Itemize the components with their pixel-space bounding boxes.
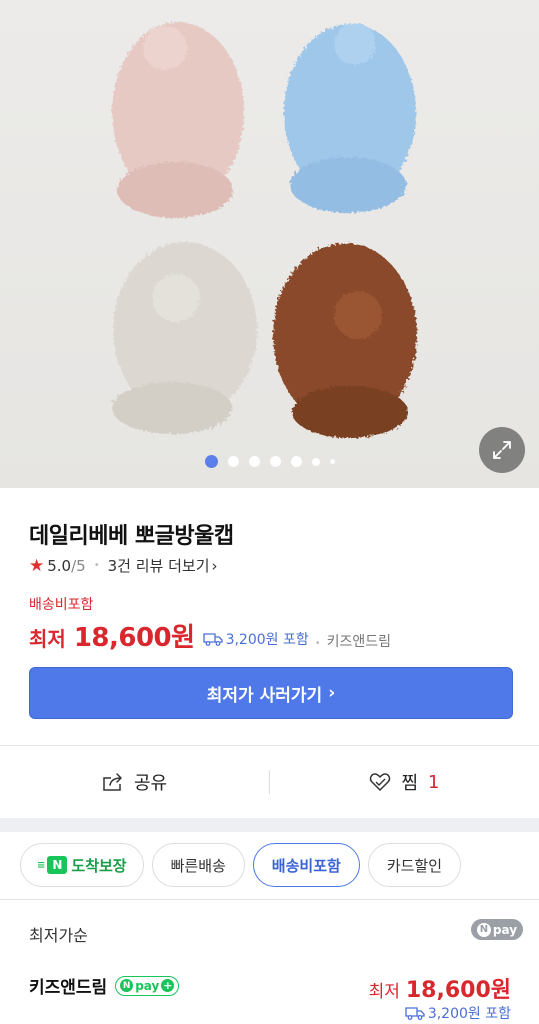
plus-icon: +: [161, 979, 175, 992]
share-button[interactable]: 공유: [0, 769, 269, 795]
naver-n-icon: N: [476, 922, 491, 937]
zzim-label: 찜: [401, 773, 419, 794]
rating-row: ★ 5.0 /5 • 3건 리뷰 더보기 ›: [29, 555, 218, 576]
carousel-dot[interactable]: [227, 456, 239, 467]
carousel-dot[interactable]: [329, 459, 335, 464]
chevron-right-icon: ›: [211, 557, 218, 575]
truck-icon: [202, 633, 223, 646]
share-icon: [103, 773, 122, 791]
seller-name[interactable]: 키즈앤드림: [327, 631, 391, 651]
offer-price-value: 18,600원: [405, 978, 511, 1003]
section-separator: [0, 818, 539, 832]
offer-seller-name: 키즈앤드림: [29, 978, 108, 998]
chip-label: 카드할인: [386, 856, 443, 875]
reviews-link[interactable]: 3건 리뷰 더보기 ›: [108, 555, 218, 576]
npay-label: pay: [135, 978, 160, 993]
star-icon: ★: [29, 555, 45, 576]
naver-n-icon: N: [47, 856, 68, 874]
buy-lowest-label: 최저가 사러가기: [206, 685, 323, 706]
rating-score: 5.0: [47, 556, 72, 575]
filter-chip-fast-delivery[interactable]: 빠른배송: [151, 843, 245, 887]
reviews-link-label: 3건 리뷰 더보기: [107, 557, 210, 575]
filter-chip-shipping-included[interactable]: 배송비포함: [252, 843, 360, 887]
offer-shipping: 3,200원 포함: [405, 1003, 511, 1023]
npay-label: pay: [492, 922, 518, 937]
offer-shipping-label: 3,200원 포함: [427, 1006, 511, 1022]
carousel-dot[interactable]: [204, 455, 218, 468]
buy-lowest-button[interactable]: 최저가 사러가기 ›: [29, 667, 513, 719]
truck-icon: [405, 1007, 425, 1020]
offer-price[interactable]: 최저 18,600원: [369, 972, 511, 1004]
npay-filter-badge[interactable]: N pay: [471, 919, 523, 940]
shipping-fee-label: 3,200원 포함: [225, 632, 309, 648]
zzim-count: 1: [428, 771, 440, 793]
separator-dot: •: [93, 560, 100, 571]
expand-image-button[interactable]: [479, 427, 525, 473]
filter-chips: ≡ N 도착보장 빠른배송 배송비포함 카드할인: [20, 843, 462, 887]
expand-icon: [493, 441, 511, 459]
offer-price-label: 최저: [368, 982, 400, 1002]
divider: [0, 899, 539, 900]
filter-chip-card-discount[interactable]: 카드할인: [367, 843, 462, 887]
chip-label: 배송비포함: [271, 856, 341, 875]
price-row: 최저 18,600원 3,200원 포함 • 키즈앤드림: [29, 617, 391, 654]
separator-dot: •: [314, 638, 321, 649]
product-image-gallery[interactable]: [0, 0, 539, 488]
product-title: 데일리베베 뽀글방울캡: [29, 524, 234, 549]
shipping-included-label: 배송비포함: [29, 597, 94, 613]
price-label: 최저: [29, 627, 66, 651]
speed-lines-icon: ≡: [37, 859, 46, 871]
heart-icon: [370, 773, 391, 791]
npay-plus-badge: N pay +: [115, 975, 180, 996]
product-photo: [112, 22, 417, 438]
share-label: 공유: [133, 773, 168, 794]
action-bar: 공유 찜 1: [0, 746, 539, 818]
rating-max: /5: [71, 556, 86, 575]
carousel-dot[interactable]: [290, 456, 302, 467]
offer-seller[interactable]: 키즈앤드림 N pay +: [29, 973, 180, 998]
carousel-dot[interactable]: [248, 456, 260, 467]
chip-label: 빠른배송: [170, 856, 226, 875]
carousel-indicator: [0, 455, 539, 468]
carousel-dot[interactable]: [269, 456, 281, 467]
sort-label[interactable]: 최저가순: [29, 922, 88, 946]
naver-n-icon: N: [120, 979, 134, 992]
chevron-right-icon: ›: [328, 683, 336, 703]
filter-chip-arrival-guarantee[interactable]: ≡ N 도착보장: [20, 843, 144, 887]
lowest-price: 18,600원: [73, 623, 195, 653]
shipping-fee: 3,200원 포함: [202, 629, 309, 649]
chip-label: 도착보장: [71, 856, 127, 875]
carousel-dot[interactable]: [311, 457, 320, 466]
zzim-button[interactable]: 찜 1: [270, 769, 539, 795]
